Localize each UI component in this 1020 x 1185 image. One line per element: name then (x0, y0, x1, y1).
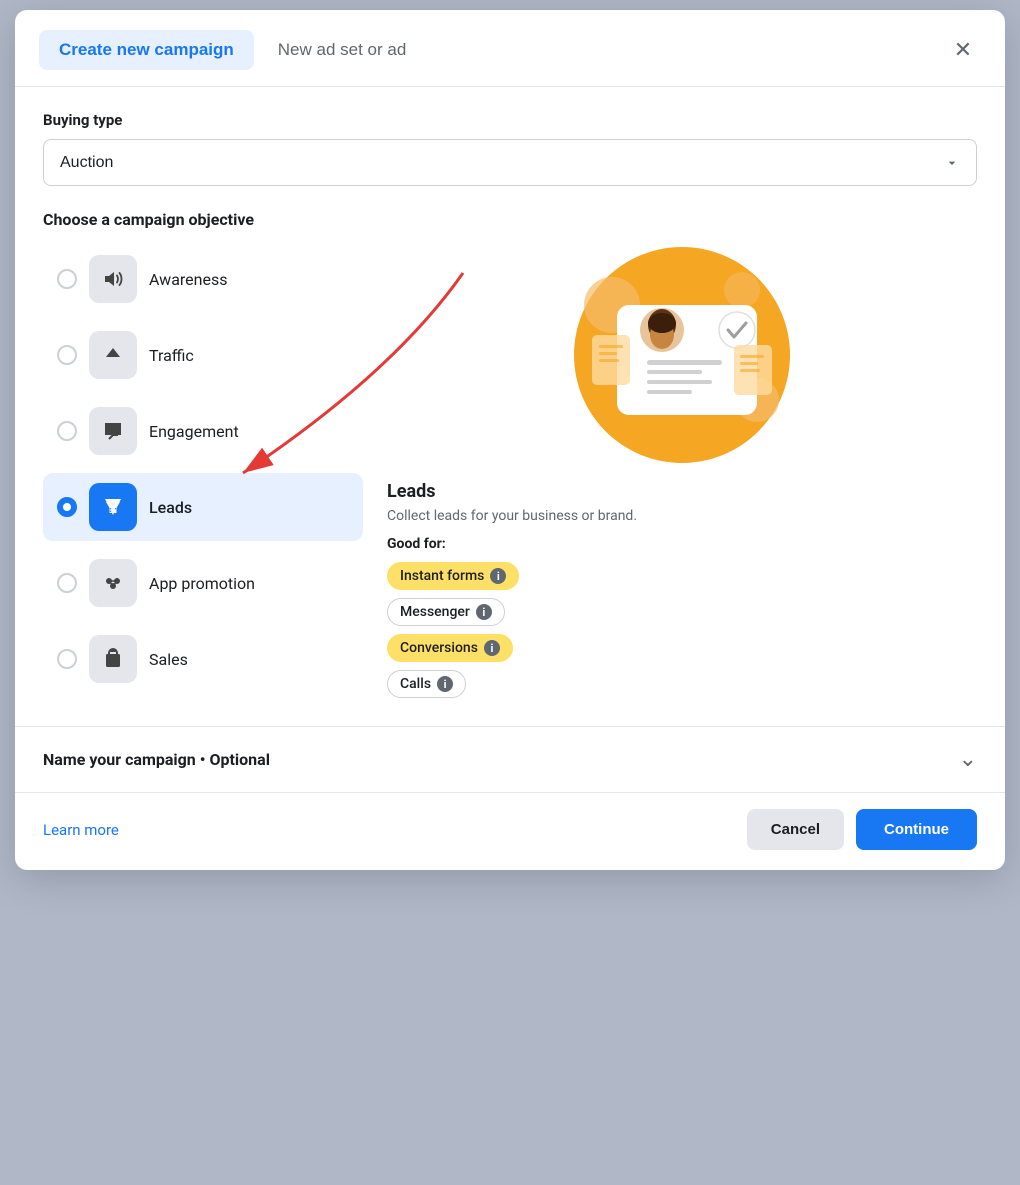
calls-label: Calls (400, 676, 431, 692)
radio-app-promotion[interactable] (57, 573, 77, 593)
calls-info-icon[interactable]: i (437, 676, 453, 692)
sales-icon-box (89, 635, 137, 683)
objective-item-sales[interactable]: Sales (43, 625, 363, 693)
buying-type-select[interactable]: AuctionReach and frequency (43, 139, 977, 186)
close-icon: ✕ (954, 37, 972, 63)
tag-calls: Calls i (387, 670, 466, 698)
objective-item-traffic[interactable]: Traffic (43, 321, 363, 389)
objective-item-leads[interactable]: Leads (43, 473, 363, 541)
instant-forms-info-icon[interactable]: i (490, 568, 506, 584)
modal-backdrop: Create new campaign New ad set or ad ✕ B… (0, 0, 1020, 1185)
new-ad-tab[interactable]: New ad set or ad (270, 30, 415, 70)
engagement-label: Engagement (149, 422, 239, 441)
messenger-info-icon[interactable]: i (476, 604, 492, 620)
detail-panel: Leads Collect leads for your business or… (387, 245, 977, 698)
modal-header: Create new campaign New ad set or ad ✕ (15, 10, 1005, 87)
learn-more-link[interactable]: Learn more (43, 821, 119, 839)
traffic-icon-box (89, 331, 137, 379)
tag-instant-forms: Instant forms i (387, 562, 519, 590)
detail-description: Collect leads for your business or brand… (387, 508, 637, 524)
footer-buttons: Cancel Continue (747, 809, 977, 850)
buying-type-label: Buying type (43, 111, 977, 129)
name-campaign-section[interactable]: Name your campaign • Optional ⌄ (15, 726, 1005, 792)
leads-illustration (572, 245, 792, 465)
cancel-button[interactable]: Cancel (747, 809, 844, 850)
objectives-and-detail: Awareness Traffic (43, 245, 977, 698)
chevron-down-icon: ⌄ (959, 747, 977, 772)
modal-dialog: Create new campaign New ad set or ad ✕ B… (15, 10, 1005, 870)
detail-title: Leads (387, 481, 435, 502)
awareness-icon-box (89, 255, 137, 303)
modal-footer: Learn more Cancel Continue (15, 792, 1005, 870)
sales-label: Sales (149, 650, 188, 669)
tag-conversions: Conversions i (387, 634, 513, 662)
tags-list: Instant forms i Messenger i Conversions … (387, 562, 519, 698)
app-promotion-icon-box (89, 559, 137, 607)
radio-engagement[interactable] (57, 421, 77, 441)
continue-button[interactable]: Continue (856, 809, 977, 850)
create-campaign-tab[interactable]: Create new campaign (39, 30, 254, 70)
objectives-list: Awareness Traffic (43, 245, 363, 693)
name-campaign-label: Name your campaign • Optional (43, 750, 270, 769)
radio-sales[interactable] (57, 649, 77, 669)
engagement-icon-box (89, 407, 137, 455)
radio-dot-leads (63, 503, 71, 511)
radio-traffic[interactable] (57, 345, 77, 365)
tag-messenger: Messenger i (387, 598, 505, 626)
messenger-label: Messenger (400, 604, 470, 620)
instant-forms-label: Instant forms (400, 568, 484, 584)
leads-icon-box (89, 483, 137, 531)
good-for-label: Good for: (387, 536, 446, 552)
traffic-label: Traffic (149, 346, 194, 365)
close-button[interactable]: ✕ (945, 32, 981, 68)
awareness-label: Awareness (149, 270, 228, 289)
radio-leads[interactable] (57, 497, 77, 517)
conversions-label: Conversions (400, 640, 478, 656)
objective-item-app-promotion[interactable]: App promotion (43, 549, 363, 617)
leads-label: Leads (149, 498, 192, 517)
conversions-info-icon[interactable]: i (484, 640, 500, 656)
radio-awareness[interactable] (57, 269, 77, 289)
objective-item-awareness[interactable]: Awareness (43, 245, 363, 313)
modal-body: Buying type AuctionReach and frequency C… (15, 87, 1005, 698)
app-promotion-label: App promotion (149, 574, 255, 593)
campaign-objective-label: Choose a campaign objective (43, 210, 977, 229)
objective-item-engagement[interactable]: Engagement (43, 397, 363, 465)
